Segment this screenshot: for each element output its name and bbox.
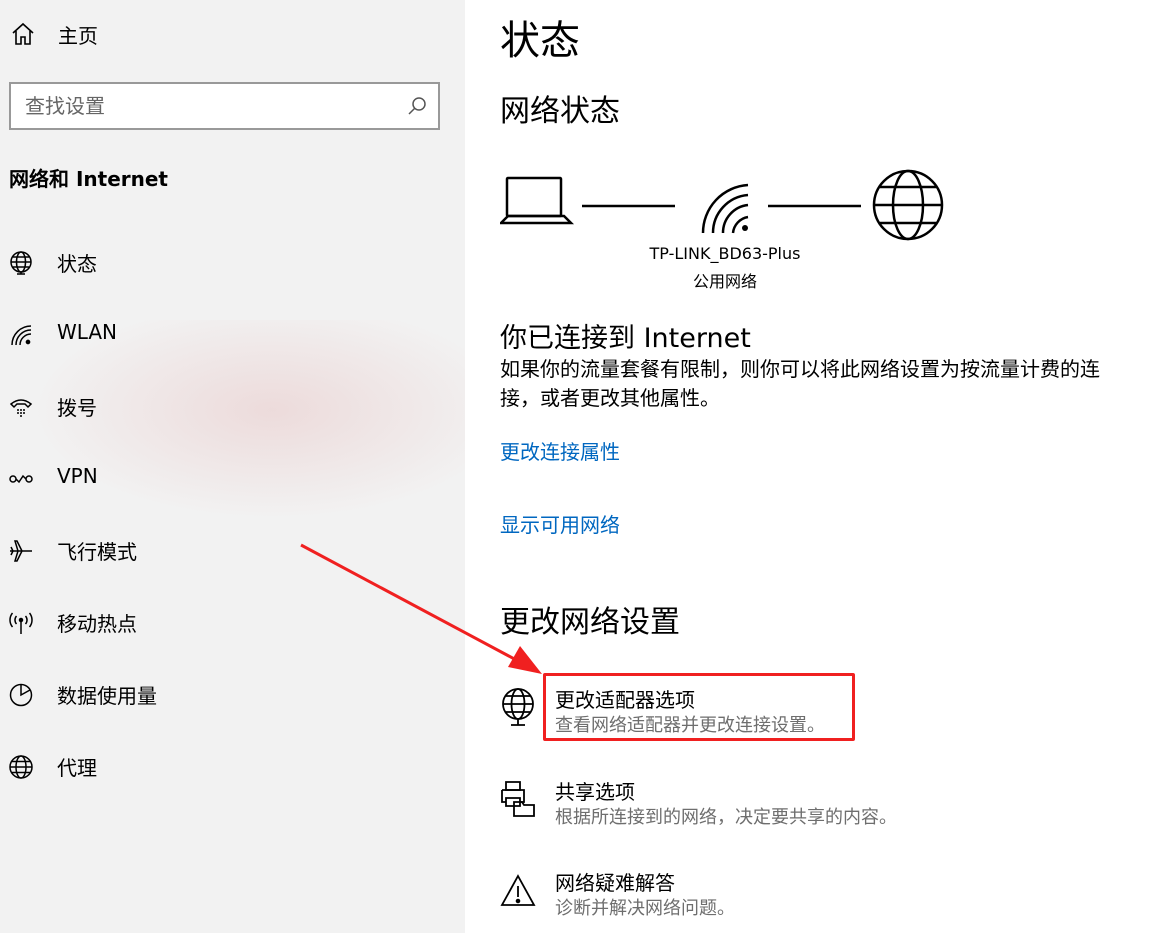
- sidebar-item-dialup[interactable]: 拨号: [0, 378, 460, 434]
- change-adapter-options-item[interactable]: 更改适配器选项 查看网络适配器并更改连接设置。: [500, 684, 1140, 754]
- sidebar-item-airplane[interactable]: 飞行模式: [0, 522, 460, 578]
- main-content: 状态 网络状态 TP-LINK_BD63-Plus 公用网络 你已连接到 Int…: [465, 0, 1155, 933]
- hotspot-icon: [9, 612, 33, 634]
- proxy-globe-icon: [9, 755, 33, 779]
- search-box[interactable]: [9, 82, 440, 130]
- sidebar-item-data-usage[interactable]: 数据使用量: [0, 666, 460, 722]
- sidebar-item-home[interactable]: 主页: [10, 14, 450, 54]
- sidebar-item-label: WLAN: [57, 320, 118, 344]
- sidebar-item-vpn[interactable]: VPN: [0, 450, 460, 506]
- dialup-icon: [9, 399, 33, 417]
- warning-icon: [500, 874, 536, 906]
- sharing-options-item[interactable]: 共享选项 根据所连接到的网络，决定要共享的内容。: [500, 776, 1140, 846]
- option-subtitle: 查看网络适配器并更改连接设置。: [555, 715, 825, 736]
- page-title: 状态: [500, 18, 580, 64]
- network-troubleshooter-item[interactable]: 网络疑难解答 诊断并解决网络问题。: [500, 867, 1140, 937]
- connection-status-heading: 你已连接到 Internet: [500, 323, 751, 354]
- section-title: 网络和 Internet: [9, 167, 168, 191]
- connection-description: 如果你的流量套餐有限制，则你可以将此网络设置为按流量计费的连接，或者更改其他属性…: [500, 357, 1100, 410]
- airplane-icon: [10, 540, 32, 562]
- option-title: 共享选项: [555, 780, 635, 804]
- sidebar-item-label: 拨号: [57, 396, 97, 420]
- sidebar: 主页 网络和 Internet 状态 WLAN 拨号 VPN: [0, 0, 465, 933]
- search-icon[interactable]: [406, 95, 428, 117]
- globe-status-icon: [10, 251, 32, 275]
- sharing-icon: [501, 781, 535, 817]
- network-status-heading: 网络状态: [500, 94, 620, 129]
- sidebar-item-label: VPN: [57, 464, 98, 488]
- sidebar-item-label: 移动热点: [57, 612, 137, 636]
- option-subtitle: 诊断并解决网络问题。: [555, 898, 735, 919]
- sidebar-item-label: 代理: [57, 756, 97, 780]
- data-usage-icon: [9, 683, 33, 707]
- network-ssid: TP-LINK_BD63-Plus: [649, 244, 801, 263]
- wifi-icon: [11, 325, 32, 346]
- wifi-signal-icon: [701, 183, 749, 234]
- sidebar-item-label: 状态: [57, 252, 97, 276]
- sidebar-item-label: 飞行模式: [57, 540, 137, 564]
- change-network-settings-heading: 更改网络设置: [500, 605, 680, 640]
- internet-globe-icon: [872, 169, 944, 241]
- sidebar-item-status[interactable]: 状态: [0, 234, 460, 290]
- vpn-icon: [9, 474, 33, 484]
- home-icon: [12, 22, 34, 45]
- option-title: 更改适配器选项: [555, 688, 695, 712]
- network-type: 公用网络: [692, 272, 757, 291]
- change-connection-properties-link[interactable]: 更改连接属性: [500, 436, 620, 465]
- search-input[interactable]: [25, 92, 395, 120]
- option-subtitle: 根据所连接到的网络，决定要共享的内容。: [555, 807, 897, 828]
- show-available-networks-link[interactable]: 显示可用网络: [500, 509, 620, 538]
- sidebar-item-wlan[interactable]: WLAN: [0, 306, 460, 362]
- sidebar-item-label: 主页: [58, 23, 98, 48]
- sidebar-item-hotspot[interactable]: 移动热点: [0, 594, 460, 650]
- option-title: 网络疑难解答: [555, 871, 675, 895]
- sidebar-item-label: 数据使用量: [57, 684, 157, 708]
- laptop-icon: [500, 176, 575, 225]
- adapter-globe-icon: [502, 688, 534, 726]
- sidebar-item-proxy[interactable]: 代理: [0, 738, 460, 794]
